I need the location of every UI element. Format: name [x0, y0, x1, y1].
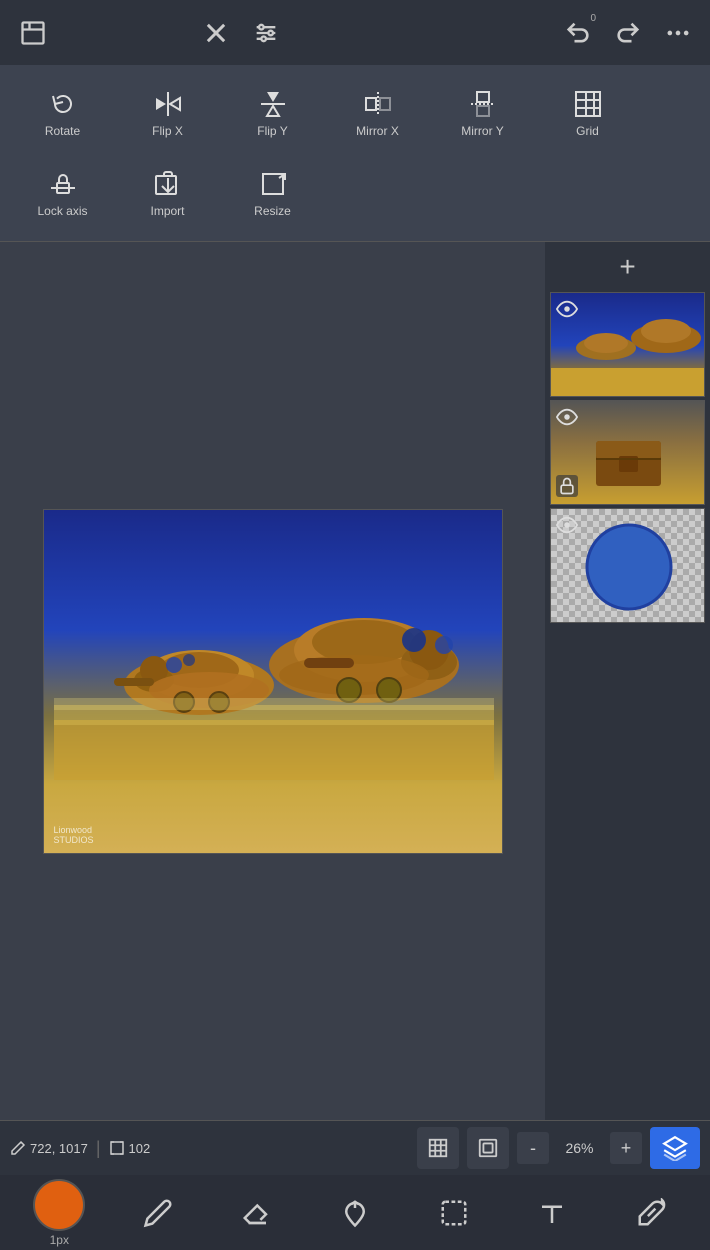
resize-status-icon	[109, 1140, 125, 1156]
dimensions-display: 102	[109, 1140, 151, 1156]
file-button[interactable]	[10, 5, 55, 60]
zoom-controls: - 26% +	[417, 1127, 700, 1169]
canvas-artwork	[54, 550, 494, 780]
eyedropper-tool-button[interactable]	[625, 1187, 677, 1239]
add-layer-button[interactable]: +	[608, 247, 648, 287]
more-button[interactable]	[655, 5, 700, 60]
grid-button[interactable]: Grid	[535, 73, 640, 153]
select-tool-button[interactable]	[428, 1187, 480, 1239]
layer-panel: +	[545, 242, 710, 1120]
layer-item[interactable]	[550, 400, 705, 505]
bottom-tools: 1px	[0, 1175, 710, 1250]
watermark: Lionwood STUDIOS	[54, 825, 94, 845]
undo-button[interactable]: 0	[555, 5, 600, 60]
brush-size-label: 1px	[50, 1233, 69, 1247]
zoom-value: 26%	[557, 1140, 602, 1156]
color-swatch[interactable]	[33, 1179, 85, 1231]
top-toolbar: 0	[0, 0, 710, 65]
layer-visibility-toggle[interactable]	[556, 406, 580, 430]
pencil-status-icon	[10, 1140, 26, 1156]
grid-toggle-button[interactable]	[417, 1127, 459, 1169]
layer-visibility-toggle[interactable]	[556, 514, 580, 538]
layer-item[interactable]	[550, 292, 705, 397]
resize-button[interactable]: Resize	[220, 153, 325, 233]
undo-badge: 0	[590, 13, 596, 24]
canvas-area[interactable]: Lionwood STUDIOS	[0, 242, 545, 1120]
eraser-tool-button[interactable]	[230, 1187, 282, 1239]
flip-x-button[interactable]: Flip X	[115, 73, 220, 153]
pencil-tool-button[interactable]	[132, 1187, 184, 1239]
color-swatch-container: 1px	[33, 1179, 85, 1247]
submenu-toolbar: Rotate Flip X Flip Y Mirror X	[0, 65, 710, 242]
zoom-out-button[interactable]: -	[517, 1132, 549, 1164]
layer-visibility-toggle[interactable]	[556, 298, 580, 322]
settings-button[interactable]	[243, 5, 288, 60]
zoom-in-button[interactable]: +	[610, 1132, 642, 1164]
fill-tool-button[interactable]	[329, 1187, 381, 1239]
main-area: Lionwood STUDIOS +	[0, 242, 710, 1120]
layer-item[interactable]	[550, 508, 705, 623]
mirror-y-button[interactable]: Mirror Y	[430, 73, 535, 153]
layers-button[interactable]	[650, 1127, 700, 1169]
text-tool-button[interactable]	[526, 1187, 578, 1239]
layer-lock-icon	[556, 475, 580, 499]
lock-axis-button[interactable]: Lock axis	[10, 153, 115, 233]
rotate-button[interactable]: Rotate	[10, 73, 115, 153]
redo-button[interactable]	[605, 5, 650, 60]
flip-y-button[interactable]: Flip Y	[220, 73, 325, 153]
status-bar: 722, 1017 | 102 -	[0, 1120, 710, 1175]
frame-button[interactable]	[467, 1127, 509, 1169]
close-button[interactable]	[193, 5, 238, 60]
import-button[interactable]: Import	[115, 153, 220, 233]
canvas-image[interactable]: Lionwood STUDIOS	[43, 509, 503, 854]
coords-display: 722, 1017	[10, 1140, 88, 1156]
mirror-x-button[interactable]: Mirror X	[325, 73, 430, 153]
